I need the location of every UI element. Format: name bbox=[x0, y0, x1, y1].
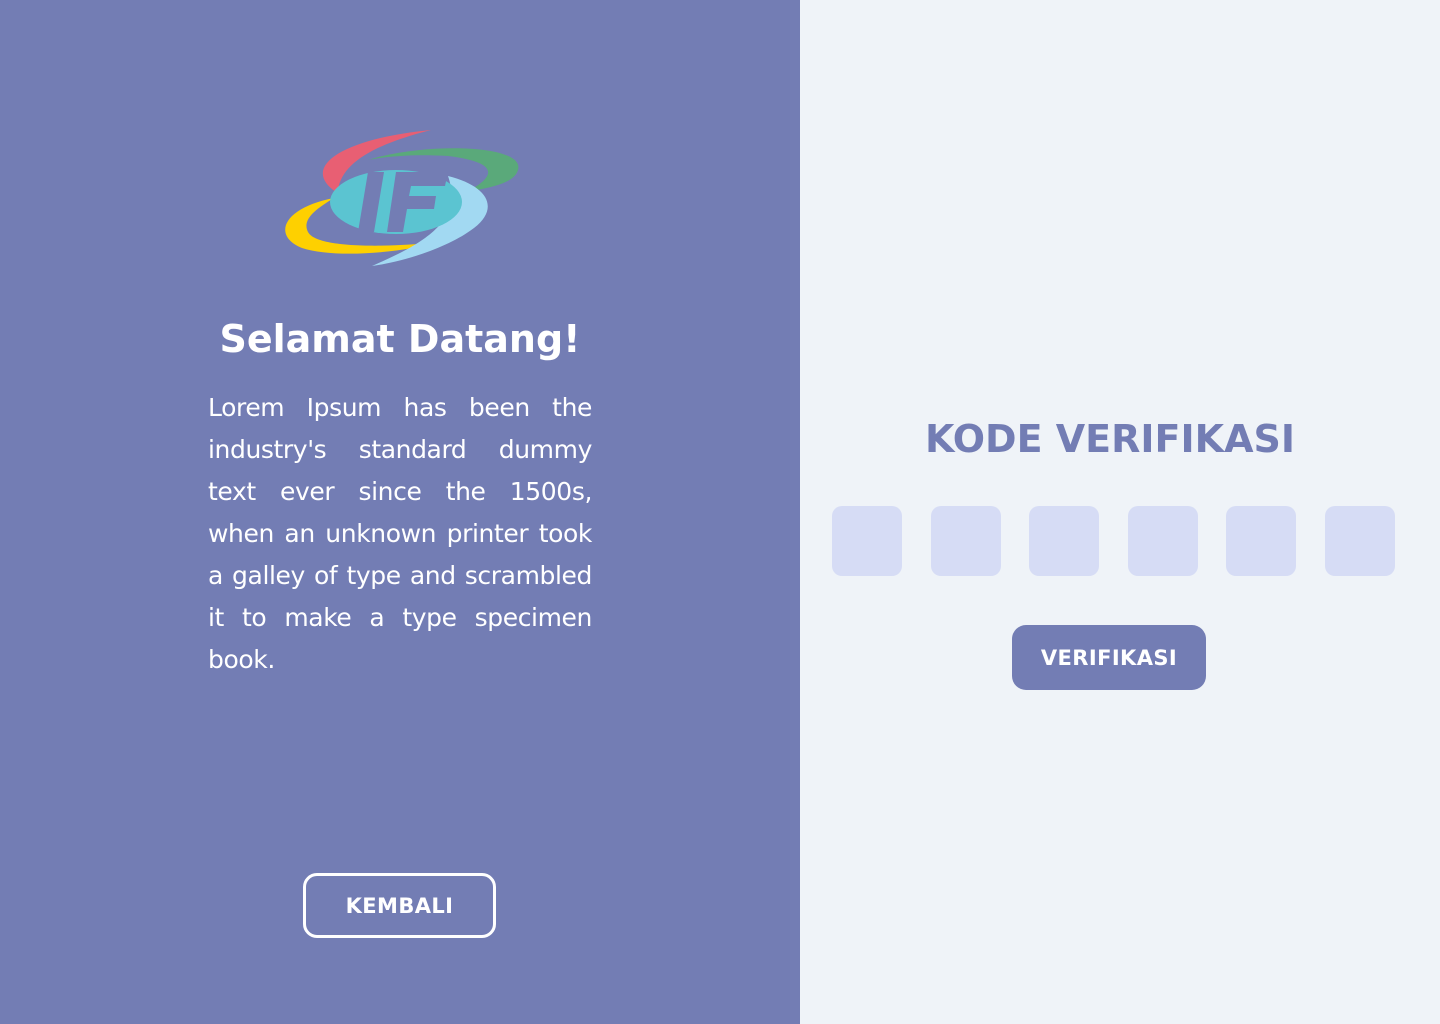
code-digit-4[interactable] bbox=[1127, 506, 1198, 576]
verification-page: Selamat Datang! Lorem Ipsum has been the… bbox=[0, 0, 1440, 1024]
code-digit-6[interactable] bbox=[1324, 506, 1395, 576]
if-logo bbox=[285, 130, 519, 266]
verification-panel: KODE VERIFIKASI VERIFIKASI bbox=[800, 0, 1440, 1024]
back-button[interactable]: KEMBALI bbox=[303, 873, 496, 938]
verify-button[interactable]: VERIFIKASI bbox=[1012, 625, 1206, 690]
welcome-description: Lorem Ipsum has been the industry's stan… bbox=[208, 393, 592, 674]
code-digit-3[interactable] bbox=[1029, 506, 1100, 576]
welcome-panel: Selamat Datang! Lorem Ipsum has been the… bbox=[0, 0, 800, 1024]
code-digit-1[interactable] bbox=[832, 506, 902, 576]
welcome-title: Selamat Datang! bbox=[219, 317, 581, 361]
verification-code-inputs bbox=[832, 506, 1395, 576]
verification-title: KODE VERIFIKASI bbox=[925, 417, 1295, 461]
code-digit-5[interactable] bbox=[1226, 506, 1297, 576]
code-digit-2[interactable] bbox=[930, 506, 1001, 576]
